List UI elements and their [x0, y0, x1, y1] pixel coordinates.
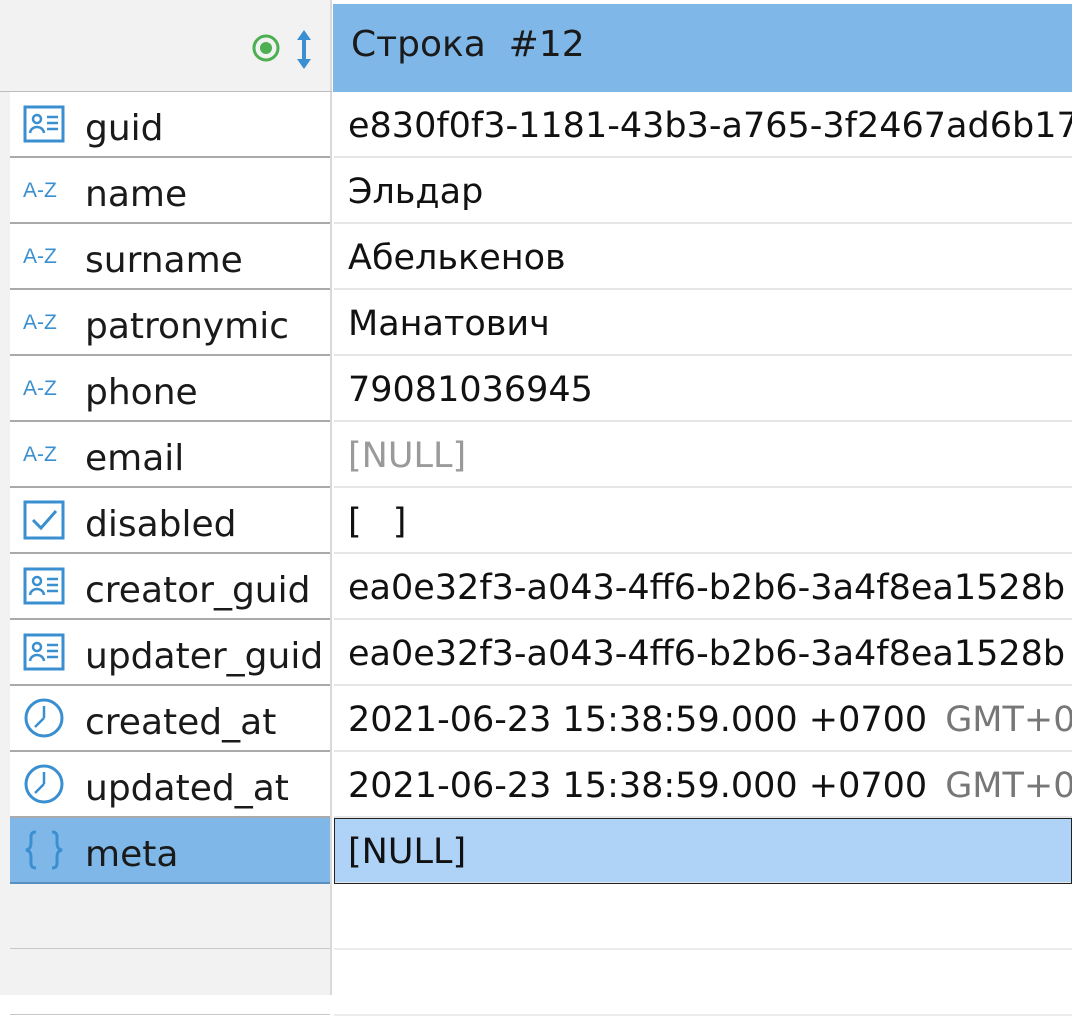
field-value-cell[interactable]: e830f0f3-1181-43b3-a765-3f2467ad6b17 — [334, 92, 1072, 158]
text-az-icon: A-Z — [23, 443, 57, 466]
field-value-cell[interactable]: ea0e32f3-a043-4ff6-b2b6-3a4f8ea1528b — [334, 620, 1072, 686]
field-name-cell[interactable]: creator_guid — [10, 554, 330, 620]
field-name: email — [85, 438, 185, 479]
field-row-name[interactable]: A-Z name Эльдар — [0, 158, 1072, 224]
field-row-phone[interactable]: A-Z phone 79081036945 — [0, 356, 1072, 422]
text-az-icon: A-Z — [23, 311, 57, 334]
svg-text:A-Z: A-Z — [23, 179, 57, 202]
field-name: meta — [85, 834, 179, 875]
empty-value-cell — [334, 884, 1072, 950]
field-name: patronymic — [85, 306, 290, 347]
field-name-cell[interactable]: updated_at — [10, 752, 330, 818]
field-name-cell[interactable]: created_at — [10, 686, 330, 752]
field-name: surname — [85, 240, 243, 281]
datetime-value: 2021-06-23 15:38:59.000 +0700 — [348, 766, 928, 806]
field-value: 2021-06-23 15:38:59.000 +0700 GMT+07:00 — [348, 700, 1072, 740]
field-row-updater-guid[interactable]: updater_guid ea0e32f3-a043-4ff6-b2b6-3a4… — [0, 620, 1072, 686]
field-name: disabled — [85, 504, 237, 545]
field-value-cell[interactable]: 79081036945 — [334, 356, 1072, 422]
datetime-value: 2021-06-23 15:38:59.000 +0700 — [348, 700, 928, 740]
field-name: updated_at — [85, 768, 289, 809]
field-row-updated-at[interactable]: updated_at 2021-06-23 15:38:59.000 +0700… — [0, 752, 1072, 818]
field-value-cell[interactable]: [NULL] — [334, 422, 1072, 488]
field-name-cell[interactable]: A-Z phone — [10, 356, 330, 422]
field-value-cell[interactable]: Абелькенов — [334, 224, 1072, 290]
field-row-created-at[interactable]: created_at 2021-06-23 15:38:59.000 +0700… — [0, 686, 1072, 752]
timezone-label: GMT+07:00 — [945, 700, 1072, 740]
svg-text:A-Z: A-Z — [23, 377, 57, 400]
field-row-meta[interactable]: meta [NULL] — [0, 818, 1072, 884]
field-name-cell[interactable]: A-Z email — [10, 422, 330, 488]
field-row-patronymic[interactable]: A-Z patronymic Манатович — [0, 290, 1072, 356]
field-value: ea0e32f3-a043-4ff6-b2b6-3a4f8ea1528b — [348, 634, 1066, 674]
field-name: phone — [85, 372, 198, 413]
id-card-icon — [23, 633, 65, 671]
field-value: ea0e32f3-a043-4ff6-b2b6-3a4f8ea1528b — [348, 568, 1066, 608]
field-name-cell[interactable]: meta — [10, 818, 330, 884]
id-card-icon — [23, 567, 65, 605]
field-name: guid — [85, 108, 164, 149]
record-grid: Строка #12 guid e830f0f3-1181-43b3-a765-… — [0, 0, 1072, 1016]
field-row-creator-guid[interactable]: creator_guid ea0e32f3-a043-4ff6-b2b6-3a4… — [0, 554, 1072, 620]
field-name-cell[interactable]: disabled — [10, 488, 330, 554]
field-name-cell[interactable]: guid — [10, 92, 330, 158]
field-value: Абелькенов — [348, 238, 566, 278]
checkbox-icon — [23, 500, 65, 540]
field-value-cell[interactable]: 2021-06-23 15:38:59.000 +0700 GMT+07:00 — [334, 686, 1072, 752]
row-title: Строка #12 — [351, 24, 585, 65]
sort-arrows-icon[interactable] — [297, 30, 311, 69]
field-row-surname[interactable]: A-Z surname Абелькенов — [0, 224, 1072, 290]
field-name: creator_guid — [85, 570, 311, 611]
field-name-cell[interactable]: A-Z patronymic — [10, 290, 330, 356]
field-name: updater_guid — [85, 636, 324, 677]
svg-text:A-Z: A-Z — [23, 311, 57, 334]
header-icons — [250, 28, 320, 72]
field-value-cell[interactable]: [ ] — [334, 488, 1072, 554]
text-az-icon: A-Z — [23, 245, 57, 268]
empty-name-cell — [10, 950, 330, 1015]
field-rows: guid e830f0f3-1181-43b3-a765-3f2467ad6b1… — [0, 92, 1072, 1016]
field-row-email[interactable]: A-Z email [NULL] — [0, 422, 1072, 488]
svg-text:A-Z: A-Z — [23, 245, 57, 268]
field-value: 2021-06-23 15:38:59.000 +0700 GMT+07:00 — [348, 766, 1072, 806]
id-card-icon — [23, 105, 65, 143]
row-header: Строка #12 — [333, 4, 1072, 92]
field-value-cell[interactable]: Эльдар — [334, 158, 1072, 224]
field-name: created_at — [85, 702, 277, 743]
checkbox-value[interactable]: [ ] — [348, 502, 416, 542]
field-value-cell[interactable]: ea0e32f3-a043-4ff6-b2b6-3a4f8ea1528b — [334, 554, 1072, 620]
braces-icon — [25, 830, 63, 870]
empty-row — [0, 950, 1072, 1016]
field-value: Эльдар — [348, 172, 484, 212]
clock-icon — [24, 698, 64, 738]
svg-text:A-Z: A-Z — [23, 443, 57, 466]
field-name: name — [85, 174, 188, 215]
field-value-cell[interactable]: 2021-06-23 15:38:59.000 +0700 GMT+07:00 — [334, 752, 1072, 818]
empty-name-cell — [10, 884, 330, 949]
text-az-icon: A-Z — [23, 377, 57, 400]
null-value: [NULL] — [348, 436, 467, 476]
field-row-guid[interactable]: guid e830f0f3-1181-43b3-a765-3f2467ad6b1… — [0, 92, 1072, 158]
timezone-label: GMT+07:00 — [945, 766, 1072, 806]
field-value: 79081036945 — [348, 370, 593, 410]
empty-value-cell — [334, 950, 1072, 1016]
field-row-disabled[interactable]: disabled [ ] — [0, 488, 1072, 554]
field-name-cell[interactable]: A-Z surname — [10, 224, 330, 290]
clock-icon — [24, 764, 64, 804]
header-corner — [0, 0, 332, 92]
field-name-cell[interactable]: A-Z name — [10, 158, 330, 224]
empty-row — [0, 884, 1072, 950]
record-dot-icon[interactable] — [252, 34, 280, 62]
field-value-cell-selected[interactable]: [NULL] — [334, 818, 1072, 884]
field-value: [NULL] — [348, 832, 467, 872]
text-az-icon: A-Z — [23, 179, 57, 202]
field-value-cell[interactable]: Манатович — [334, 290, 1072, 356]
field-value: Манатович — [348, 304, 550, 344]
field-value: e830f0f3-1181-43b3-a765-3f2467ad6b17 — [348, 106, 1072, 146]
field-name-cell[interactable]: updater_guid — [10, 620, 330, 686]
